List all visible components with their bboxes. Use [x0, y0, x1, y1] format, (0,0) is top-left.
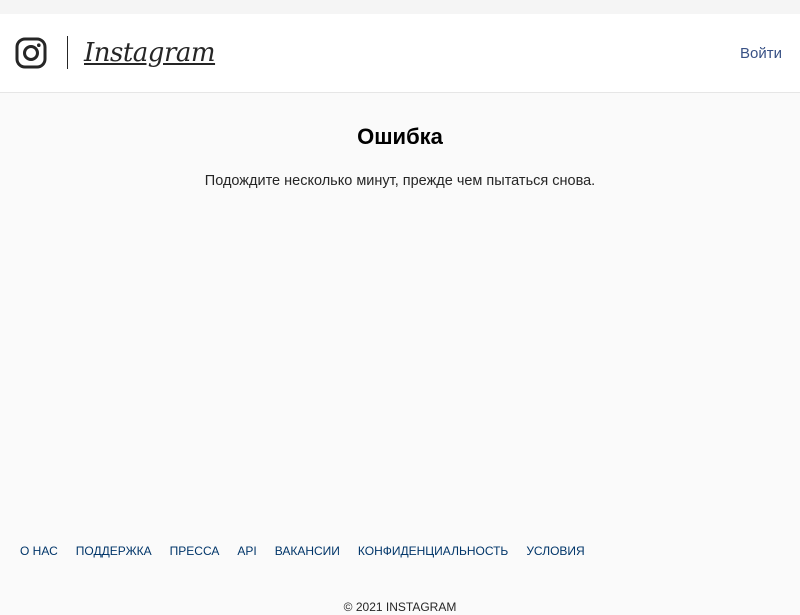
login-link[interactable]: Войти: [740, 45, 782, 63]
top-navigation-bar: Instagram Войти: [0, 14, 800, 93]
footer-link-api[interactable]: API: [237, 543, 256, 559]
footer-link-press[interactable]: ПРЕССА: [170, 543, 220, 559]
instagram-wordmark-logo[interactable]: Instagram: [84, 36, 216, 70]
error-content: Ошибка Подождите несколько минут, прежде…: [0, 94, 800, 514]
footer-link-jobs[interactable]: ВАКАНСИИ: [275, 543, 340, 559]
copyright: © 2021 INSTAGRAM: [343, 600, 457, 614]
footer-link-privacy[interactable]: КОНФИДЕНЦИАЛЬНОСТЬ: [358, 543, 508, 559]
footer-link-terms[interactable]: УСЛОВИЯ: [526, 543, 584, 559]
footer-links: О НАС ПОДДЕРЖКА ПРЕССА API ВАКАНСИИ КОНФ…: [20, 543, 603, 559]
error-message: Подождите несколько минут, прежде чем пы…: [204, 173, 596, 189]
footer-link-support[interactable]: ПОДДЕРЖКА: [76, 543, 152, 559]
footer-link-about[interactable]: О НАС: [20, 543, 58, 559]
instagram-camera-icon[interactable]: [15, 37, 47, 69]
top-strip: [0, 0, 800, 14]
logo-divider: [67, 36, 68, 69]
error-title: Ошибка: [357, 124, 443, 149]
